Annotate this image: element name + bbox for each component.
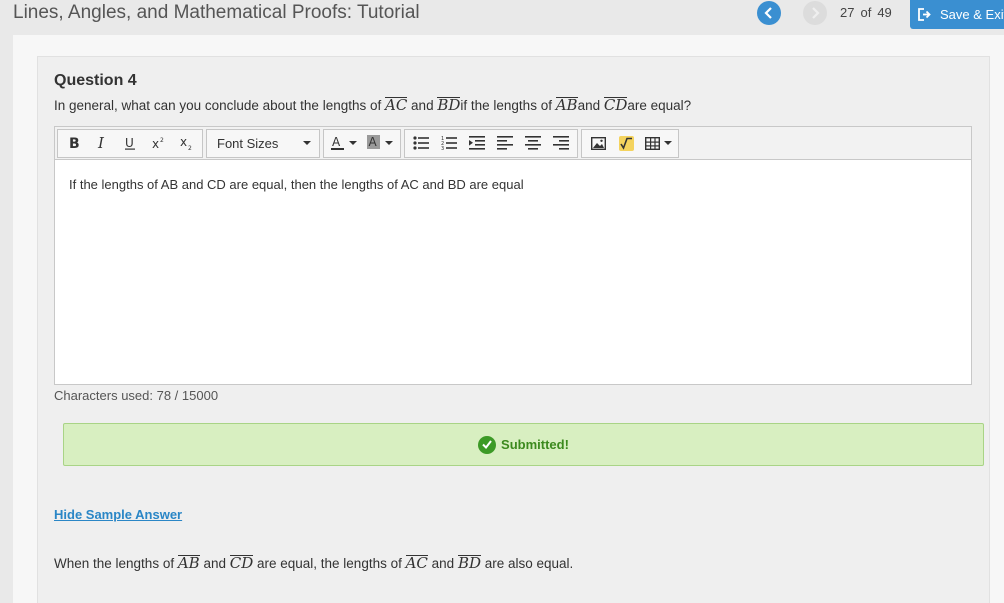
align-right-icon (553, 136, 569, 150)
segment-ab: AB (177, 554, 200, 572)
course-title: Lines, Angles, and Mathematical Proofs: … (13, 2, 420, 23)
color-group: A A (323, 128, 401, 158)
underline-button[interactable]: U (116, 131, 144, 156)
highlight-icon: A (367, 135, 380, 149)
page-total: 49 (877, 5, 892, 20)
square-root-icon (618, 135, 634, 151)
question-title: Question 4 (54, 72, 137, 89)
svg-text:I: I (97, 136, 105, 150)
left-strip (0, 35, 13, 603)
chevron-left-icon (764, 7, 772, 19)
svg-text:x: x (152, 137, 159, 150)
bullet-list-icon (413, 136, 429, 150)
answer-text[interactable]: If the lengths of AB and CD are equal, t… (69, 177, 524, 192)
font-size-group: Font Sizes (206, 128, 320, 158)
bold-button[interactable]: B (60, 131, 88, 156)
page-current: 27 (840, 5, 855, 20)
segment-cd: CD (229, 554, 254, 572)
insert-image-button[interactable] (584, 131, 612, 156)
italic-icon: I (97, 136, 105, 150)
numbered-list-button[interactable]: 123 (435, 131, 463, 156)
insert-equation-button[interactable] (612, 131, 640, 156)
font-sizes-dropdown[interactable]: Font Sizes (209, 131, 317, 156)
question-text: In general, what can you conclude about … (54, 96, 692, 114)
text-color-icon: A (331, 135, 344, 150)
answer-editor[interactable]: B I U x2 x2 Font Sizes A A 1 2 3 If the … (54, 126, 972, 385)
align-left-icon (497, 136, 513, 150)
top-bar: Lines, Angles, and Mathematical Proofs: … (0, 0, 1004, 35)
subscript-icon: x2 (180, 136, 192, 150)
text-color-button[interactable]: A (326, 131, 362, 156)
indent-icon (469, 136, 485, 150)
segment-ac: AC (384, 96, 408, 114)
align-center-button[interactable] (519, 131, 547, 156)
previous-page-button[interactable] (757, 1, 781, 25)
svg-text:B: B (69, 136, 80, 150)
format-group: B I U x2 x2 (57, 128, 203, 158)
svg-text:2: 2 (160, 137, 164, 144)
editor-toolbar: B I U x2 x2 Font Sizes A A 1 2 3 (55, 127, 971, 160)
align-right-button[interactable] (547, 131, 575, 156)
hide-sample-answer-link[interactable]: Hide Sample Answer (54, 507, 182, 522)
segment-ab: AB (555, 96, 578, 114)
svg-text:A: A (332, 135, 341, 149)
page-of: of (860, 5, 872, 20)
subscript-button[interactable]: x2 (172, 131, 200, 156)
table-icon (644, 136, 660, 150)
insert-group (581, 128, 679, 158)
svg-text:2: 2 (188, 145, 192, 150)
chevron-down-icon (303, 141, 311, 145)
character-counter: Characters used: 78 / 15000 (54, 388, 219, 403)
segment-bd: BD (437, 96, 461, 114)
align-left-button[interactable] (491, 131, 519, 156)
insert-table-button[interactable] (640, 131, 676, 156)
svg-text:U: U (125, 136, 134, 150)
chevron-down-icon (663, 141, 672, 145)
svg-text:x: x (180, 136, 187, 149)
image-icon (590, 136, 606, 150)
exit-icon (918, 8, 932, 21)
save-exit-label: Save & Exit (940, 7, 1004, 22)
paragraph-group: 123 (404, 128, 578, 158)
submitted-banner: Submitted! (63, 423, 984, 466)
sample-answer-text: When the lengths of AB and CD are equal,… (54, 554, 574, 572)
next-page-button[interactable] (803, 1, 827, 25)
chevron-down-icon (385, 141, 393, 145)
align-center-icon (525, 136, 541, 150)
highlight-color-button[interactable]: A (362, 131, 398, 156)
save-exit-button[interactable]: Save & Exit (910, 0, 1004, 29)
svg-text:A: A (369, 135, 378, 149)
bullet-list-button[interactable] (407, 131, 435, 156)
segment-bd: BD (457, 554, 481, 572)
underline-icon: U (125, 136, 135, 150)
chevron-down-icon (349, 141, 357, 145)
submitted-label: Submitted! (501, 437, 569, 452)
svg-text:3: 3 (441, 146, 444, 150)
segment-cd: CD (603, 96, 628, 114)
indent-button[interactable] (463, 131, 491, 156)
chevron-right-icon (812, 7, 820, 19)
check-circle-icon (478, 435, 497, 454)
bold-icon: B (69, 136, 80, 150)
page-counter: 27 of 49 (840, 5, 898, 20)
superscript-button[interactable]: x2 (144, 131, 172, 156)
font-sizes-label: Font Sizes (217, 135, 279, 151)
superscript-icon: x2 (152, 137, 164, 150)
segment-ac: AC (405, 554, 428, 572)
italic-button[interactable]: I (88, 131, 116, 156)
numbered-list-icon: 123 (441, 136, 457, 150)
